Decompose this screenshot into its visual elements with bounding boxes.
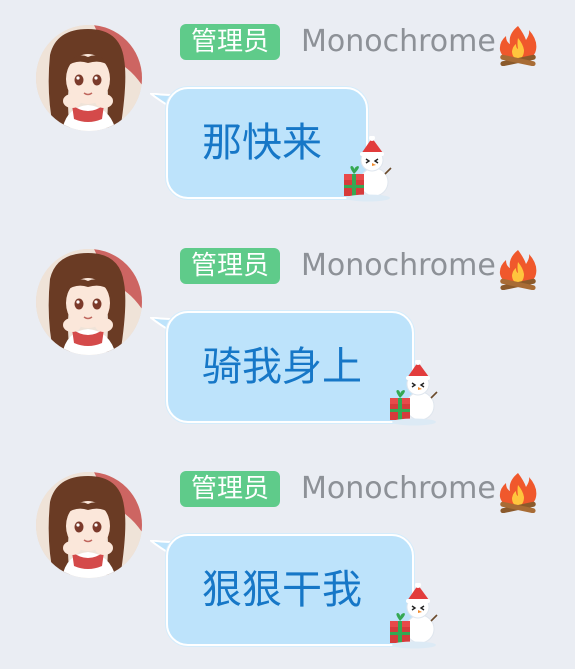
anime-girl-avatar-icon bbox=[36, 25, 142, 131]
fire-icon bbox=[496, 469, 540, 513]
anime-girl-avatar-icon bbox=[36, 249, 142, 355]
avatar[interactable] bbox=[36, 472, 142, 578]
admin-badge: 管理员 bbox=[180, 471, 281, 507]
snowman-gift-icon bbox=[388, 360, 438, 426]
snowman-gift-icon bbox=[388, 583, 438, 649]
message-text: 那快来 bbox=[202, 120, 322, 166]
fire-icon bbox=[496, 22, 540, 66]
chat-message: 管理员 Monochrome 那快来 bbox=[0, 0, 575, 222]
message-text: 狠狠干我 bbox=[202, 567, 362, 613]
fire-icon bbox=[496, 246, 540, 290]
chat-message: 管理员 Monochrome 骑我身上 bbox=[0, 224, 575, 446]
avatar[interactable] bbox=[36, 249, 142, 355]
username[interactable]: Monochrome bbox=[301, 469, 496, 509]
avatar[interactable] bbox=[36, 25, 142, 131]
message-text: 骑我身上 bbox=[202, 344, 362, 390]
username[interactable]: Monochrome bbox=[301, 246, 496, 286]
message-bubble[interactable]: 狠狠干我 bbox=[166, 534, 414, 646]
admin-badge: 管理员 bbox=[180, 24, 281, 60]
anime-girl-avatar-icon bbox=[36, 472, 142, 578]
admin-badge: 管理员 bbox=[180, 248, 281, 284]
chat-message: 管理员 Monochrome 狠狠干我 bbox=[0, 447, 575, 669]
username[interactable]: Monochrome bbox=[301, 22, 496, 62]
message-bubble[interactable]: 那快来 bbox=[166, 87, 368, 199]
snowman-gift-icon bbox=[342, 136, 392, 202]
message-bubble[interactable]: 骑我身上 bbox=[166, 311, 414, 423]
